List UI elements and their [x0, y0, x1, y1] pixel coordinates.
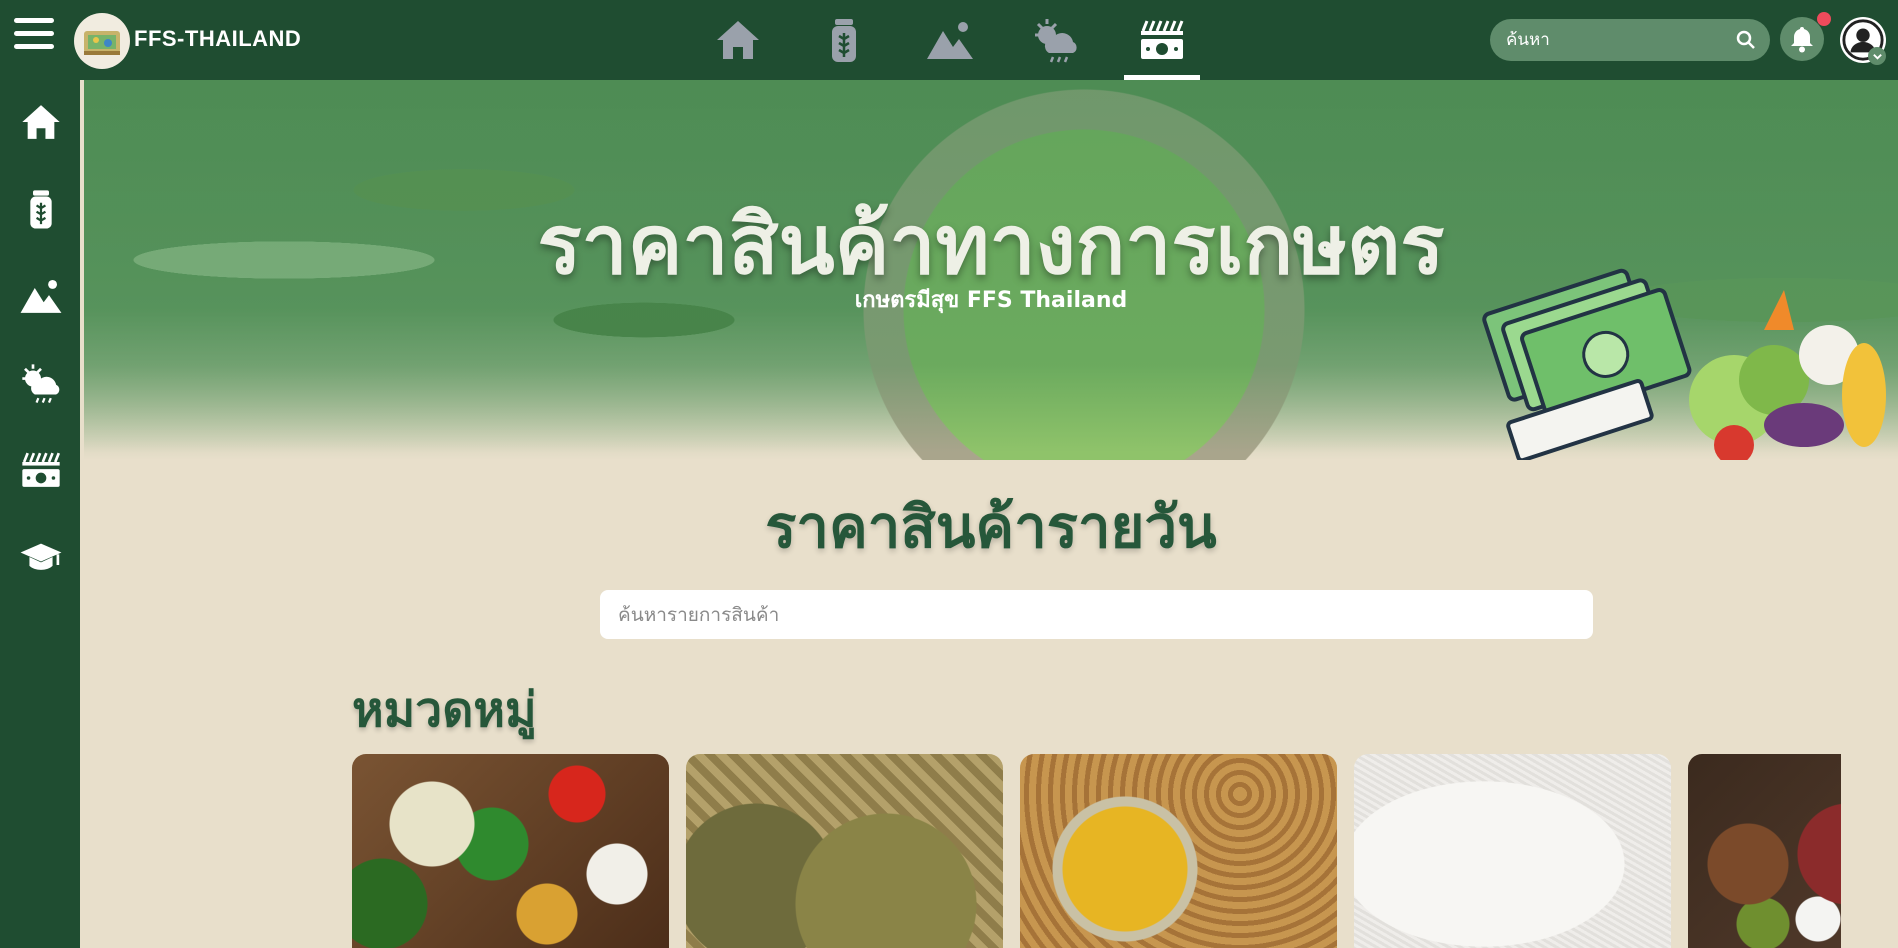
sidebar-item-land[interactable]	[9, 264, 73, 328]
category-card-rice[interactable]	[1354, 754, 1671, 948]
weather-icon	[1035, 19, 1077, 63]
weather-icon	[22, 364, 60, 403]
sidebar-item-market-price[interactable]	[9, 438, 73, 502]
market-price-icon	[1141, 20, 1184, 59]
sidebar-item-seeds[interactable]	[9, 177, 73, 241]
unread-notification-dot	[1817, 12, 1831, 26]
home-icon	[22, 105, 60, 139]
top-nav-seeds[interactable]	[806, 0, 882, 80]
notification-button[interactable]	[1780, 17, 1824, 61]
seed-jar-icon	[30, 190, 52, 229]
app-brand[interactable]: FFS-THAILAND	[134, 26, 301, 52]
top-nav-market-price[interactable]	[1124, 0, 1200, 80]
search-icon[interactable]	[1736, 30, 1756, 50]
category-title: หมวดหมู่	[352, 682, 537, 738]
top-nav-weather[interactable]	[1018, 0, 1094, 80]
category-card-meat-grains[interactable]	[1688, 754, 1841, 948]
land-icon	[927, 22, 973, 59]
logo-map-icon	[84, 31, 120, 55]
seed-jar-icon	[832, 19, 856, 62]
hero-subtitle: เกษตรมีสุข FFS Thailand	[854, 288, 1128, 313]
daily-price-title: ราคาสินค้ารายวัน	[765, 493, 1217, 561]
sidebar-item-weather[interactable]	[9, 351, 73, 415]
category-carousel	[352, 754, 1841, 948]
land-icon	[20, 280, 62, 313]
market-price-icon	[22, 452, 61, 487]
global-search-input[interactable]	[1506, 19, 1716, 61]
bell-icon	[1791, 27, 1813, 53]
home-icon	[717, 21, 759, 59]
sidebar-item-learning[interactable]	[9, 525, 73, 589]
hamburger-menu-icon[interactable]	[14, 18, 54, 54]
global-search	[1490, 19, 1770, 61]
graduation-cap-icon	[20, 543, 62, 570]
product-search-input[interactable]	[600, 590, 1593, 639]
app-logo[interactable]	[74, 13, 130, 69]
category-card-durian[interactable]	[686, 754, 1003, 948]
sidebar	[0, 80, 82, 948]
chevron-down-icon[interactable]	[1868, 47, 1886, 65]
category-card-oil-soybeans[interactable]	[1020, 754, 1337, 948]
top-nav-land[interactable]	[912, 0, 988, 80]
category-card-vegetables[interactable]	[352, 754, 669, 948]
top-bar: FFS-THAILAND	[0, 0, 1898, 80]
sidebar-item-home[interactable]	[9, 90, 73, 154]
hero-banner: ราคาสินค้าทางการเกษตร เกษตรมีสุข FFS Tha…	[84, 80, 1898, 460]
top-nav-home[interactable]	[700, 0, 776, 80]
